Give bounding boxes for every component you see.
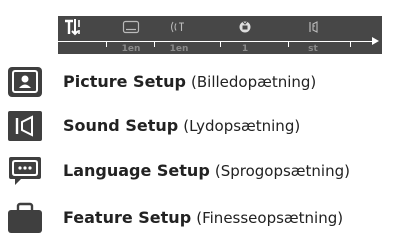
sound-setup-title: Sound Setup xyxy=(63,116,179,135)
sound-setup-icon xyxy=(6,108,44,144)
menu-subtitle-button[interactable] xyxy=(110,17,152,37)
audio-language-icon xyxy=(170,20,188,34)
sound-mode-value: st xyxy=(308,44,318,54)
language-setup-subtitle: (Sprogopsætning) xyxy=(214,162,350,180)
picture-setup-text: Picture Setup (Billedopætning) xyxy=(63,72,316,92)
language-setup-item[interactable]: Language Setup (Sprogopsætning) xyxy=(4,151,400,191)
menu-angle-button[interactable] xyxy=(224,17,266,37)
picture-setup-title: Picture Setup xyxy=(63,72,186,91)
language-setup-icon xyxy=(6,153,44,189)
picture-setup-subtitle: (Billedopætning) xyxy=(191,73,317,91)
language-setup-title: Language Setup xyxy=(63,161,210,180)
menu-sound-mode-button[interactable] xyxy=(292,17,334,37)
sound-mode-icon xyxy=(305,20,321,34)
menu-bar-tick xyxy=(350,41,351,47)
feature-setup-text: Feature Setup (Finesseopsætning) xyxy=(63,208,343,228)
angle-value: 1 xyxy=(241,44,249,54)
menu-settings-button[interactable] xyxy=(52,17,94,37)
angle-icon xyxy=(238,20,252,34)
menu-bar-tick xyxy=(220,41,221,47)
feature-setup-subtitle: (Finesseopsætning) xyxy=(196,209,344,227)
subtitle-icon xyxy=(122,20,140,34)
picture-setup-item[interactable]: Picture Setup (Billedopætning) xyxy=(4,62,400,102)
feature-setup-item[interactable]: Feature Setup (Finesseopsætning) xyxy=(4,198,400,238)
menu-bar-tick xyxy=(288,41,289,47)
audio-language-value: 1en xyxy=(169,44,189,54)
menu-bar-tick xyxy=(154,41,155,47)
feature-setup-icon xyxy=(6,200,44,236)
feature-setup-title: Feature Setup xyxy=(63,208,192,227)
sound-setup-subtitle: (Lydopsætning) xyxy=(183,117,301,135)
picture-setup-icon xyxy=(6,64,44,100)
settings-active-icon xyxy=(63,18,83,36)
sound-setup-text: Sound Setup (Lydopsætning) xyxy=(63,116,300,136)
sound-setup-item[interactable]: Sound Setup (Lydopsætning) xyxy=(4,106,400,146)
arrow-right-icon xyxy=(372,37,379,45)
subtitle-value: 1en xyxy=(121,44,141,54)
menu-bar-tick xyxy=(106,41,107,47)
menu-audio-language-button[interactable] xyxy=(158,17,200,37)
language-setup-text: Language Setup (Sprogopsætning) xyxy=(63,161,350,181)
